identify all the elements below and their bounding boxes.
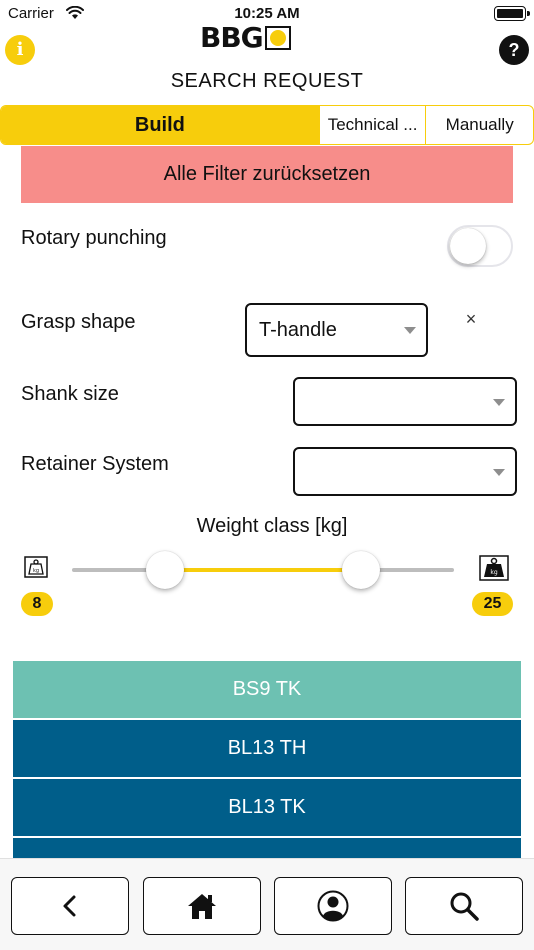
tab-technical[interactable]: Technical ... [318,106,426,144]
bottom-toolbar [0,858,534,950]
weight-class-label: Weight class [kg] [196,515,348,537]
weight-slider-track[interactable] [72,551,454,589]
mode-tabs: Build Technical ... Manually [0,105,534,145]
clear-grasp-shape-icon[interactable]: × [461,309,481,330]
help-icon: ? [508,40,520,60]
search-icon [450,892,479,921]
reset-filters-button[interactable]: Alle Filter zurücksetzen [21,146,513,203]
page-title: SEARCH REQUEST [170,70,364,92]
light-weight-icon: kg [24,556,48,578]
battery-icon [494,6,530,21]
status-time: 10:25 AM [234,5,300,22]
toggle-knob [450,228,486,264]
retainer-system-select[interactable] [293,447,517,496]
weight-slider-range [164,568,362,572]
grasp-shape-select[interactable]: T-handle [245,303,428,357]
info-button[interactable]: i [5,35,35,65]
weight-min-badge: 8 [21,592,53,616]
profile-button[interactable] [274,877,392,935]
logo-dot [269,30,286,46]
weight-max-thumb[interactable] [342,551,381,589]
svg-text:kg: kg [490,569,497,576]
heavy-weight-icon: kg [479,555,509,581]
svg-text:kg: kg [33,568,39,574]
logo-text: BBG [200,21,264,54]
grasp-shape-value: T-handle [259,318,337,341]
weight-min-thumb[interactable] [145,551,184,589]
result-item[interactable]: BL13 TK [13,779,521,836]
tab-build[interactable]: Build [1,106,319,144]
tab-manually[interactable]: Manually [425,106,533,144]
result-item[interactable]: BS9 TK [13,661,521,718]
shank-size-label: Shank size [21,383,119,405]
info-icon: i [16,39,24,60]
bbg-logo: BBG [200,21,291,54]
help-button[interactable]: ? [499,35,529,65]
result-item[interactable]: BL13 TH [13,720,521,777]
chevron-down-icon [404,327,416,334]
rotary-punching-label: Rotary punching [21,227,167,249]
weight-max-badge: 25 [472,592,513,616]
shank-size-select[interactable] [293,377,517,426]
back-button[interactable] [11,877,129,935]
chevron-down-icon [493,398,505,406]
status-bar: Carrier 10:25 AM [0,0,534,28]
result-item[interactable]: BL13 TP [13,838,521,858]
grasp-shape-label: Grasp shape [21,311,136,333]
retainer-system-label: Retainer System [21,453,169,475]
logo-dot-box [264,26,291,50]
home-button[interactable] [143,877,261,935]
search-button[interactable] [405,877,523,935]
results-list[interactable]: BS9 TKBL13 THBL13 TKBL13 TP [13,661,521,858]
back-icon [63,895,76,917]
user-icon [317,890,349,922]
rotary-punching-toggle[interactable] [447,225,513,267]
home-icon [188,894,216,919]
chevron-down-icon [493,468,505,476]
